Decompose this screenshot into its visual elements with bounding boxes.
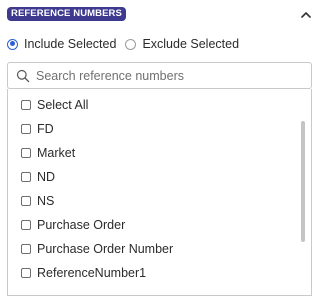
list-item-select-all[interactable]: Select All bbox=[21, 97, 88, 113]
section-title-badge: REFERENCE NUMBERS bbox=[7, 7, 126, 21]
chevron-up-icon bbox=[301, 11, 311, 18]
search-field bbox=[7, 62, 312, 89]
checkbox[interactable] bbox=[21, 220, 31, 230]
radio-button-checked[interactable] bbox=[7, 38, 18, 50]
checkbox[interactable] bbox=[21, 268, 31, 278]
reference-numbers-filter-panel: REFERENCE NUMBERS Include Selected Exclu… bbox=[0, 0, 319, 303]
checkbox[interactable] bbox=[21, 148, 31, 158]
list-item-label: ReferenceNumber1 bbox=[37, 266, 147, 280]
radio-button-unchecked[interactable] bbox=[125, 38, 137, 50]
checkbox[interactable] bbox=[21, 244, 31, 254]
list-item-label: NS bbox=[37, 194, 55, 208]
collapse-button[interactable] bbox=[299, 7, 313, 21]
list-item-ns[interactable]: NS bbox=[21, 193, 54, 209]
list-item-fd[interactable]: FD bbox=[21, 121, 54, 137]
include-selected-radio[interactable]: Include Selected bbox=[7, 37, 116, 51]
checkbox[interactable] bbox=[21, 100, 31, 110]
include-selected-label: Include Selected bbox=[24, 37, 117, 51]
search-input[interactable] bbox=[36, 66, 306, 85]
list-item-purchase-order-number[interactable]: Purchase Order Number bbox=[21, 241, 173, 257]
exclude-selected-radio[interactable]: Exclude Selected bbox=[125, 37, 239, 51]
list-item-nd[interactable]: ND bbox=[21, 169, 55, 185]
list-item-referencenumber1[interactable]: ReferenceNumber1 bbox=[21, 265, 146, 281]
list-item-purchase-order[interactable]: Purchase Order bbox=[21, 217, 125, 233]
checkbox[interactable] bbox=[21, 124, 31, 134]
list-item-label: ND bbox=[37, 170, 56, 184]
list-item-label: Select All bbox=[37, 98, 89, 112]
list-item-market[interactable]: Market bbox=[21, 145, 75, 161]
filter-header: REFERENCE NUMBERS bbox=[7, 7, 313, 21]
exclude-selected-label: Exclude Selected bbox=[142, 37, 240, 51]
selection-mode-group: Include Selected Exclude Selected bbox=[7, 36, 248, 52]
list-item-label: Market bbox=[37, 146, 76, 160]
list-item-label: FD bbox=[37, 122, 54, 136]
search-icon bbox=[16, 69, 30, 83]
scrollbar-thumb[interactable] bbox=[301, 121, 305, 242]
list-item-label: Purchase Order Number bbox=[37, 242, 174, 256]
checkbox[interactable] bbox=[21, 196, 31, 206]
reference-number-list[interactable]: Select All FD Market ND NS Purchase Orde… bbox=[7, 89, 312, 296]
list-item-label: Purchase Order bbox=[37, 218, 126, 232]
checkbox[interactable] bbox=[21, 172, 31, 182]
